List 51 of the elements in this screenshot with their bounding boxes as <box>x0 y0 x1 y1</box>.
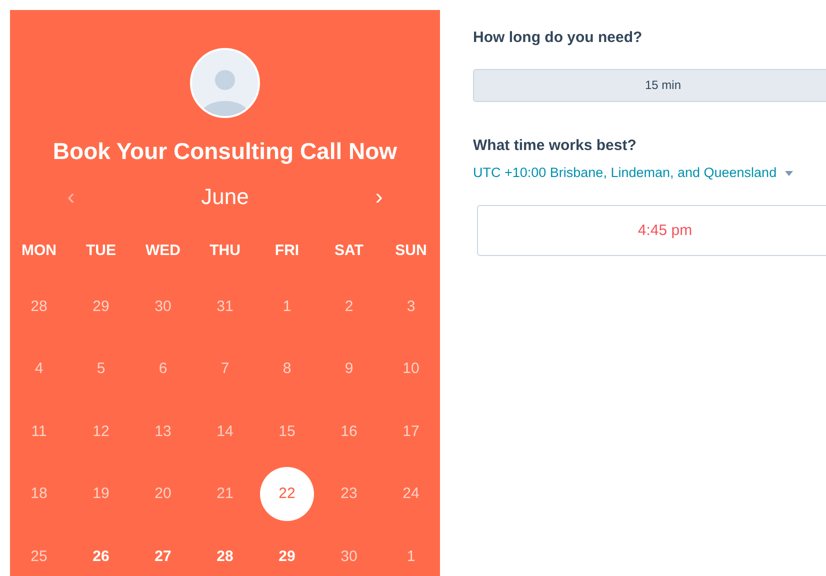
time-heading: What time works best? <box>473 136 638 156</box>
calendar-day[interactable]: 16 <box>329 412 369 452</box>
calendar-day[interactable]: 30 <box>329 536 369 576</box>
calendar-day[interactable]: 9 <box>329 349 369 390</box>
calendar-day[interactable]: 14 <box>205 412 245 452</box>
caret-icon <box>784 170 793 176</box>
next-month-button[interactable]: › <box>374 180 384 213</box>
calendar-day[interactable]: 12 <box>81 412 121 452</box>
calendar-day[interactable]: 30 <box>143 286 183 327</box>
calendar-day[interactable]: 7 <box>205 349 245 390</box>
calendar-day[interactable]: 8 <box>267 349 307 390</box>
weekday-label: FRI <box>274 241 300 261</box>
weekday-label: MON <box>22 241 56 261</box>
duration-option[interactable]: 15 min <box>473 68 826 102</box>
calendar-day[interactable]: 22 <box>260 467 314 522</box>
weekday-label: SAT <box>334 241 364 261</box>
calendar-day[interactable]: 29 <box>81 286 121 327</box>
calendar-day[interactable]: 1 <box>267 286 307 327</box>
time-slot-button[interactable]: 4:45 pm <box>477 205 826 256</box>
calendar-day[interactable]: 28 <box>19 286 59 327</box>
month-label: June <box>201 183 249 211</box>
weekday-label: THU <box>210 241 240 261</box>
calendar-day[interactable]: 4 <box>19 349 59 390</box>
calendar-day[interactable]: 27 <box>143 536 183 576</box>
timezone-dropdown[interactable]: UTC +10:00 Brisbane, Lindeman, and Queensland <box>473 163 793 184</box>
calendar-day[interactable]: 29 <box>267 536 307 576</box>
calendar-day[interactable]: 26 <box>81 536 121 576</box>
calendar-day[interactable]: 23 <box>329 474 369 514</box>
calendar-day[interactable]: 13 <box>143 412 183 452</box>
weekday-label: WED <box>146 241 180 261</box>
calendar-day[interactable]: 1 <box>391 536 431 576</box>
calendar-day[interactable]: 28 <box>205 536 245 576</box>
calendar-day[interactable]: 21 <box>205 474 245 514</box>
calendar-day[interactable]: 31 <box>205 286 245 327</box>
calendar-day[interactable]: 11 <box>19 412 59 452</box>
calendar-day[interactable]: 5 <box>81 349 121 390</box>
calendar-day[interactable]: 10 <box>391 349 431 390</box>
calendar-day[interactable]: 3 <box>391 286 431 327</box>
calendar-day[interactable]: 19 <box>81 474 121 514</box>
calendar-day[interactable]: 2 <box>329 286 369 327</box>
booking-title: Book Your Consulting Call Now <box>52 137 398 166</box>
weekday-label: TUE <box>86 241 116 261</box>
calendar-day[interactable]: 6 <box>143 349 183 390</box>
calendar-day[interactable]: 15 <box>267 412 307 452</box>
weekday-label: SUN <box>395 241 427 261</box>
calendar-day[interactable]: 20 <box>143 474 183 514</box>
calendar-day[interactable]: 18 <box>19 474 59 514</box>
calendar-day[interactable]: 17 <box>391 412 431 452</box>
calendar-day[interactable]: 25 <box>19 536 59 576</box>
duration-heading: How long do you need? <box>473 28 644 48</box>
calendar-day[interactable]: 24 <box>391 474 431 514</box>
